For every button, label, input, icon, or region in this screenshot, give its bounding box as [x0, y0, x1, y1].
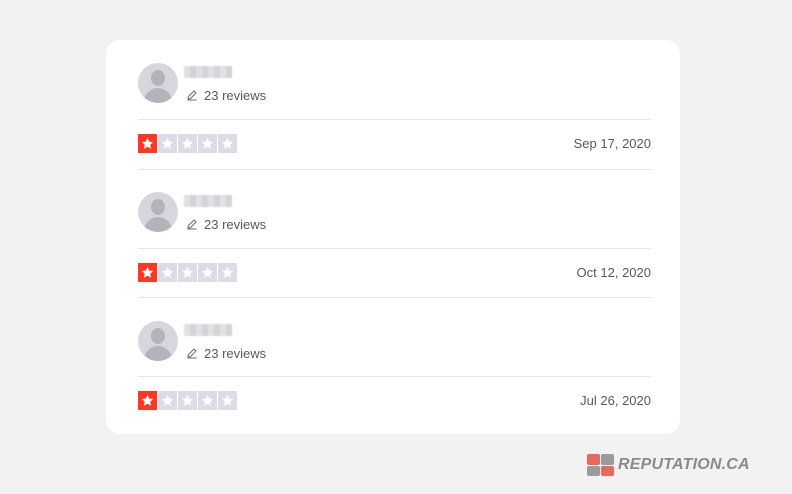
star-empty-icon: [198, 263, 217, 282]
star-empty-icon: [218, 134, 237, 153]
reviewer-name-blurred[interactable]: [184, 324, 232, 336]
review-date: Oct 12, 2020: [576, 265, 651, 280]
star-filled-icon: [138, 391, 157, 410]
star-empty-icon: [178, 263, 197, 282]
rating-row: Jul 26, 2020: [138, 377, 651, 425]
avatar[interactable]: [138, 192, 178, 232]
review-count[interactable]: 23 reviews: [186, 87, 266, 103]
star-empty-icon: [198, 391, 217, 410]
logo-text: REPUTATION.CA: [618, 456, 750, 473]
logo-mark-icon: [587, 454, 614, 476]
star-rating: [138, 391, 237, 410]
reviews-card: 23 reviews Sep 17, 2020 23 reviews Oct 1…: [106, 40, 680, 434]
review-count[interactable]: 23 reviews: [186, 345, 266, 361]
avatar[interactable]: [138, 63, 178, 103]
pencil-icon: [187, 219, 197, 230]
star-empty-icon: [218, 263, 237, 282]
star-filled-icon: [138, 263, 157, 282]
reviewer-name-blurred[interactable]: [184, 195, 232, 207]
star-empty-icon: [178, 134, 197, 153]
rating-row: Oct 12, 2020: [138, 249, 651, 297]
star-empty-icon: [198, 134, 217, 153]
avatar[interactable]: [138, 321, 178, 361]
pencil-icon: [187, 348, 197, 359]
star-filled-icon: [138, 134, 157, 153]
star-rating: [138, 263, 237, 282]
reviewer-name-blurred[interactable]: [184, 66, 232, 78]
reviewer-row: 23 reviews: [138, 40, 651, 118]
review-date: Jul 26, 2020: [580, 393, 651, 408]
reviewer-row: 23 reviews: [138, 170, 651, 248]
review-count-text: 23 reviews: [204, 216, 267, 232]
pencil-icon: [187, 90, 197, 101]
star-empty-icon: [158, 391, 177, 410]
reputation-logo: REPUTATION.CA: [587, 454, 750, 476]
star-rating: [138, 134, 237, 153]
review-date: Sep 17, 2020: [573, 136, 651, 151]
review-count-text: 23 reviews: [204, 345, 267, 361]
star-empty-icon: [158, 134, 177, 153]
reviewer-row: 23 reviews: [138, 298, 651, 376]
review-count[interactable]: 23 reviews: [186, 216, 266, 232]
star-empty-icon: [158, 263, 177, 282]
star-empty-icon: [218, 391, 237, 410]
rating-row: Sep 17, 2020: [138, 120, 651, 168]
star-empty-icon: [178, 391, 197, 410]
review-count-text: 23 reviews: [204, 87, 267, 103]
